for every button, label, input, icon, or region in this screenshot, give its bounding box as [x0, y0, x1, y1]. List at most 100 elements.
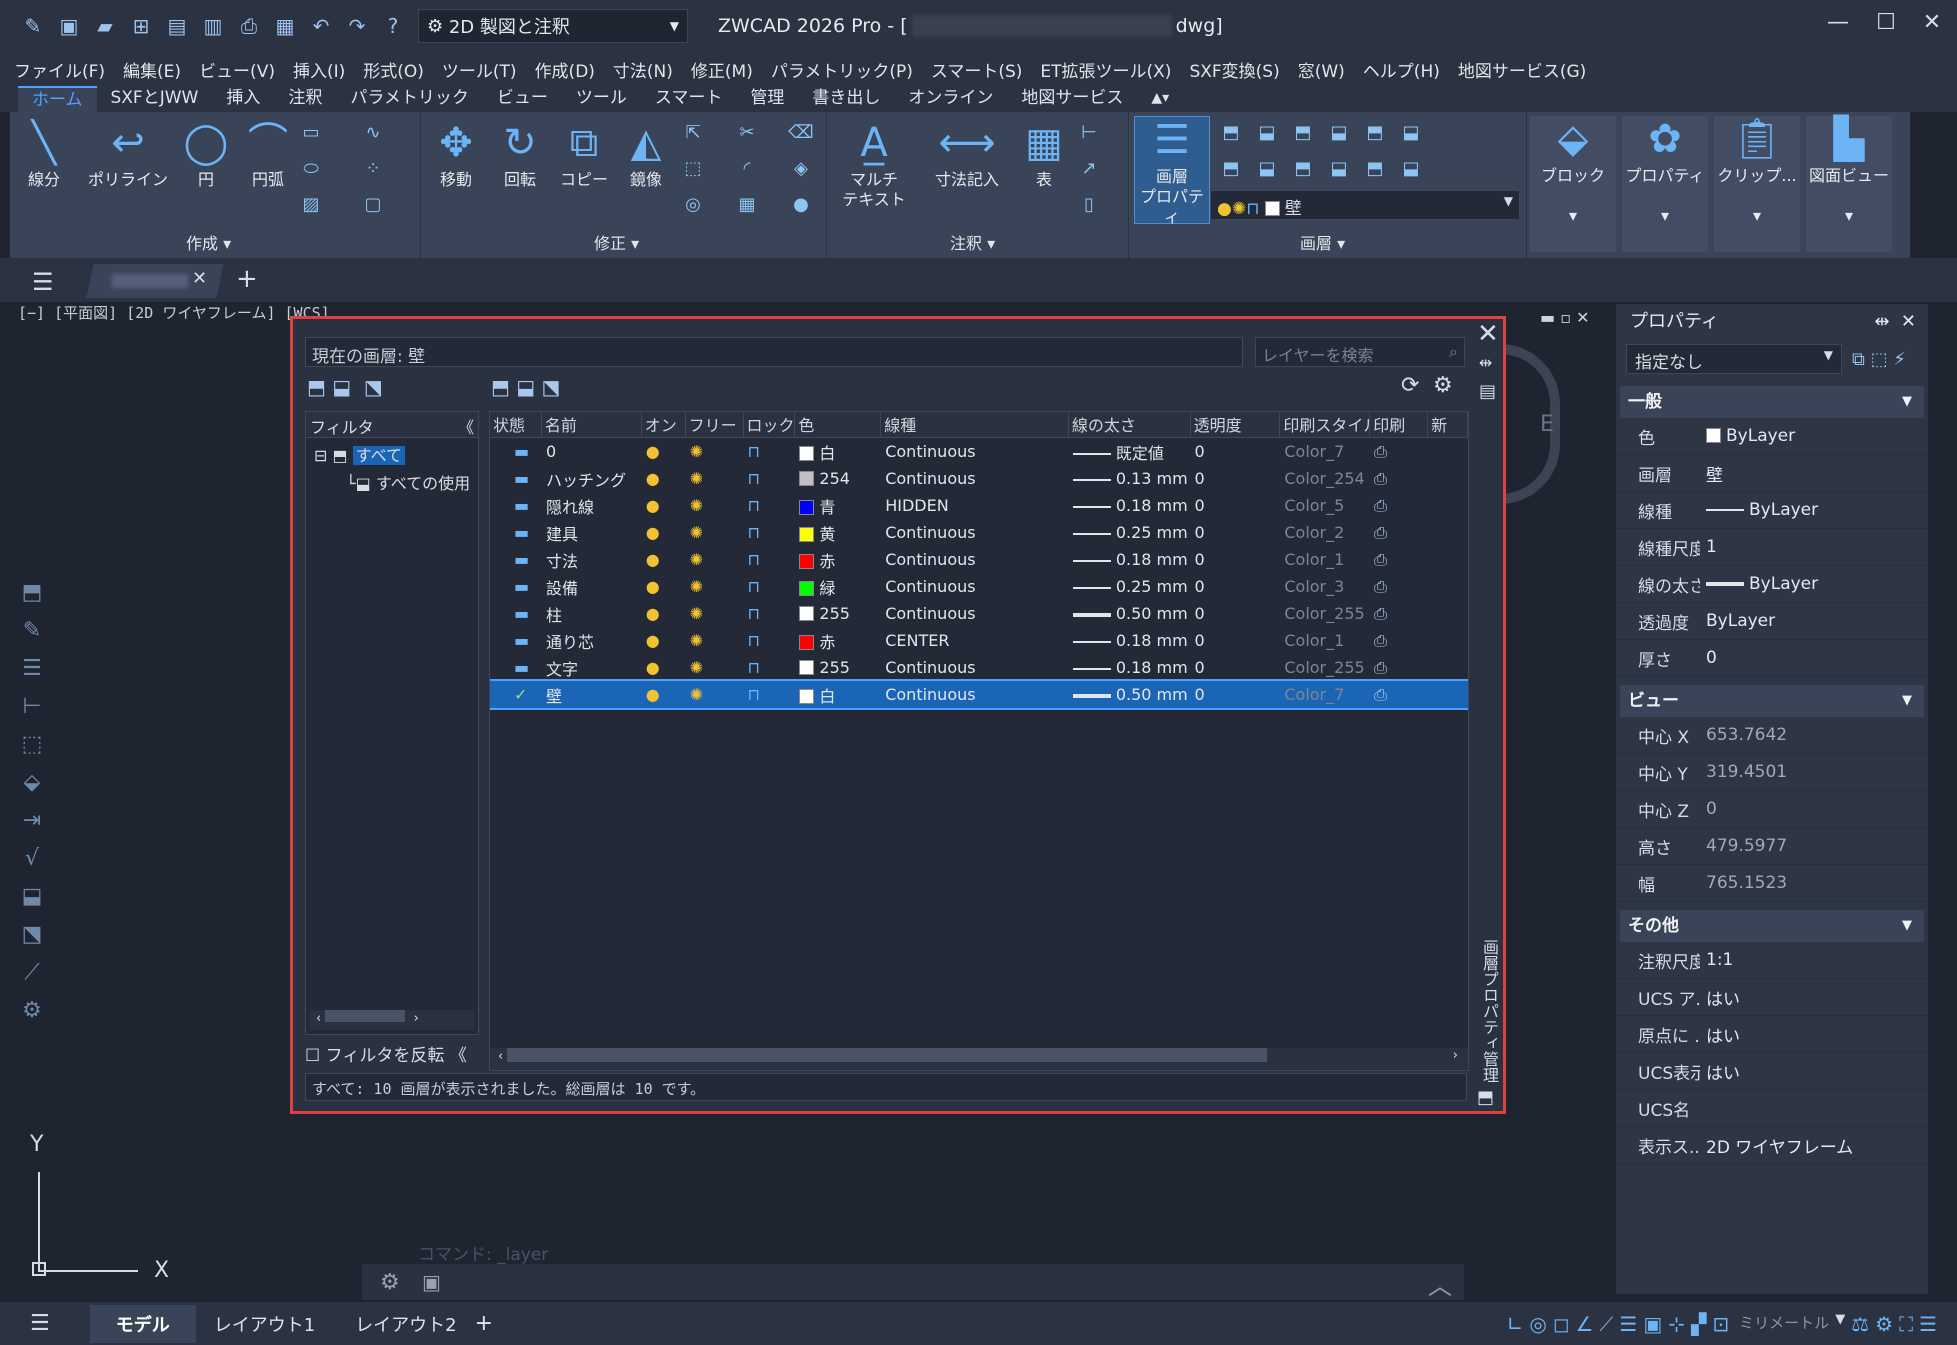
linetype[interactable]: Continuous	[885, 658, 975, 677]
polyline-button[interactable]: ↩ ポリライン	[88, 120, 168, 190]
sun-icon[interactable]: ✺	[690, 631, 703, 650]
command-line[interactable]: ⚙ ▣ コマンド: _layer ︿	[362, 1245, 1464, 1300]
layer-tool-12-icon[interactable]: ⬓	[1398, 156, 1424, 182]
block-tool-icon[interactable]: ⬙	[12, 770, 52, 808]
property-row[interactable]: 線種尺度 1	[1616, 529, 1928, 566]
bulb-icon[interactable]: ●	[646, 577, 660, 596]
property-row[interactable]: 画層 壁	[1616, 455, 1928, 492]
lineweight[interactable]: 0.50 mm	[1116, 604, 1188, 623]
color-swatch[interactable]	[799, 634, 815, 650]
table-button[interactable]: ▦ 表	[1014, 120, 1074, 190]
column-header-on[interactable]: オン	[642, 412, 686, 437]
unlock-icon[interactable]: ⊓	[748, 496, 760, 515]
settings-icon[interactable]: ⚙	[12, 998, 52, 1036]
property-row[interactable]: UCS名	[1616, 1090, 1928, 1127]
transparency[interactable]: 0	[1195, 442, 1205, 461]
linetype[interactable]: HIDDEN	[885, 496, 948, 515]
layer-properties-button[interactable]: ☰ 画層 プロパティ	[1134, 116, 1210, 226]
mtext-button[interactable]: A̲ マルチ テキスト	[834, 120, 914, 210]
property-value[interactable]: はい	[1700, 1022, 1740, 1047]
sun-icon[interactable]: ✺	[690, 523, 703, 542]
sun-icon[interactable]: ✺	[690, 604, 703, 623]
list-tool-icon[interactable]: ☰	[12, 656, 52, 694]
property-row[interactable]: UCS表示 はい	[1616, 1053, 1928, 1090]
lineweight[interactable]: 0.18 mm	[1116, 631, 1188, 650]
dyn-icon[interactable]: ⟋	[1599, 1312, 1613, 1336]
linetype[interactable]: Continuous	[885, 577, 975, 596]
linetype[interactable]: Continuous	[885, 523, 975, 542]
palette-controls[interactable]: ⇹ ✕	[1874, 304, 1916, 340]
hamburger-icon[interactable]: ☰	[30, 1311, 50, 1336]
layer-row[interactable]: ▬ 柱 ● ✺ ⊓ 255 Continuous 0.50 mm 0 Color_255 ⎙	[490, 600, 1468, 627]
property-section[interactable]: ビュー ▼	[1620, 685, 1924, 717]
drawing-view-button[interactable]: ▙ 図面ビュー ▾	[1806, 116, 1892, 252]
sun-icon[interactable]: ✺	[690, 658, 703, 677]
bulb-icon[interactable]: ●	[646, 685, 660, 704]
edit-tool-icon[interactable]: ✎	[12, 618, 52, 656]
undo-icon[interactable]: ↶	[306, 11, 336, 41]
property-value[interactable]: 0	[1700, 799, 1717, 819]
eraser-icon[interactable]: ◈	[788, 156, 814, 182]
menu-format[interactable]: 形式(O)	[363, 57, 424, 82]
property-row[interactable]: 線の太さ ByLayer	[1616, 566, 1928, 603]
tab-online[interactable]: オンライン	[894, 86, 1007, 112]
jww-icon[interactable]: ⊞	[126, 11, 156, 41]
property-value[interactable]: 319.4501	[1700, 762, 1787, 782]
column-header-lineweight[interactable]: 線の太さ	[1069, 412, 1191, 437]
property-row[interactable]: 色 ByLayer	[1616, 418, 1928, 455]
hamburger-icon[interactable]: ☰	[32, 268, 54, 296]
unlock-icon[interactable]: ⊓	[748, 523, 760, 542]
layer-tool-icon[interactable]: ⬒	[12, 580, 52, 618]
property-row[interactable]: 厚さ 0	[1616, 640, 1928, 677]
modify-group-label[interactable]: 修正 ▾	[594, 230, 639, 254]
arc-button[interactable]: ⌒ 円弧	[238, 120, 298, 190]
bulb-icon[interactable]: ●	[646, 442, 660, 461]
printer-icon[interactable]: ⎙	[1374, 685, 1387, 704]
color-swatch[interactable]	[799, 553, 815, 569]
save-icon[interactable]: ▤	[162, 11, 192, 41]
copy-button[interactable]: ⧉ コピー	[556, 120, 612, 190]
unlock-icon[interactable]: ⊓	[748, 469, 760, 488]
tab-map[interactable]: 地図サービス	[1007, 86, 1137, 112]
layer-row[interactable]: ▬ 0 ● ✺ ⊓ 白 Continuous 既定値 0 Color_7 ⎙	[490, 438, 1468, 465]
menu-window[interactable]: 窓(W)	[1298, 57, 1345, 82]
menu-parametric[interactable]: パラメトリック(P)	[771, 57, 913, 82]
refresh-icon[interactable]: ⟳	[1401, 373, 1419, 398]
menu-dimension[interactable]: 寸法(N)	[613, 57, 673, 82]
color-swatch[interactable]	[799, 688, 815, 704]
layer-tool-11-icon[interactable]: ⬒	[1362, 156, 1388, 182]
ribbon-toggle-icon[interactable]: ▲▾	[1137, 86, 1183, 112]
printer-icon[interactable]: ⎙	[1374, 469, 1387, 488]
linetype[interactable]: Continuous	[885, 469, 975, 488]
insert-tool-icon[interactable]: ⇥	[12, 808, 52, 846]
bulb-icon[interactable]: ●	[646, 658, 660, 677]
new-file-icon[interactable]: ▣	[54, 11, 84, 41]
printer-icon[interactable]: ⎙	[1374, 631, 1387, 650]
close-tab-icon[interactable]: ✕	[192, 268, 207, 289]
menu-edit[interactable]: 編集(E)	[123, 57, 181, 82]
filter-used-node[interactable]: └⬓ すべての使用	[306, 470, 478, 494]
property-value[interactable]: 2D ワイヤフレーム	[1700, 1133, 1853, 1158]
transparency[interactable]: 0	[1195, 523, 1205, 542]
layer-actions[interactable]: ⬒ ⬓ ⬔	[491, 375, 560, 399]
filter-all-node[interactable]: ⊟ ⬒ すべて	[306, 438, 478, 470]
transparency[interactable]: 0	[1195, 496, 1205, 515]
tab-parametric[interactable]: パラメトリック	[336, 86, 483, 112]
layer-row[interactable]: ▬ ハッチング ● ✺ ⊓ 254 Continuous 0.13 mm 0 Color_254 ⎙	[490, 465, 1468, 492]
layer-row[interactable]: ▬ 通り芯 ● ✺ ⊓ 赤 CENTER 0.18 mm 0 Color_1 ⎙	[490, 627, 1468, 654]
layer-tool-8-icon[interactable]: ⬓	[1254, 156, 1280, 182]
unlock-icon[interactable]: ⊓	[748, 442, 760, 461]
annotate-icon[interactable]: ⚖	[1851, 1312, 1869, 1336]
lineweight[interactable]: 0.25 mm	[1116, 577, 1188, 596]
lineweight[interactable]: 0.18 mm	[1116, 496, 1188, 515]
preview-icon[interactable]: ▦	[270, 11, 300, 41]
transparency[interactable]: 0	[1195, 550, 1205, 569]
property-value[interactable]: 1	[1700, 537, 1717, 557]
ellipse-icon[interactable]: ⬭	[298, 156, 324, 182]
selection-dropdown[interactable]: 指定なし ▼	[1626, 344, 1842, 374]
bulb-icon[interactable]: ●	[646, 604, 660, 623]
property-value[interactable]: ByLayer	[1700, 611, 1775, 631]
column-header-name[interactable]: 名前	[542, 412, 642, 437]
color-swatch[interactable]	[799, 471, 815, 486]
spline-icon[interactable]: ∿	[360, 120, 386, 146]
